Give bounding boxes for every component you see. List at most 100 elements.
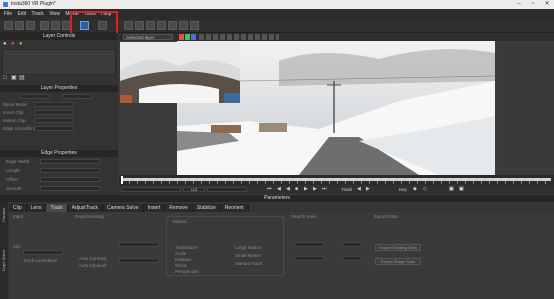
save-icon[interactable]	[26, 21, 35, 30]
perspective-option[interactable]: Perspective	[175, 269, 199, 274]
rotation-option[interactable]: Rotation	[175, 257, 192, 262]
edge-smoothing-field[interactable]	[34, 126, 74, 131]
delete-key-icon[interactable]: ◇	[423, 186, 427, 193]
play-back-icon[interactable]: ◀	[286, 186, 290, 193]
attach-tool-icon[interactable]	[146, 21, 155, 30]
large-motion-option[interactable]: Large Motion	[235, 245, 261, 250]
dope-sheet-side-tab[interactable]: Dope Sheet	[1, 250, 6, 271]
tab-adjusttrack[interactable]: AdjustTrack	[67, 204, 104, 212]
translation-option[interactable]: Translation	[175, 245, 197, 250]
lock-icon[interactable]: ●	[19, 41, 23, 48]
menu-track[interactable]: Track	[31, 9, 43, 19]
menu-file[interactable]: File	[4, 9, 12, 19]
first-frame-icon[interactable]: ⏮	[267, 186, 272, 193]
params-side-tab[interactable]: Params	[1, 208, 6, 222]
folder-icon[interactable]: ▣	[11, 75, 17, 82]
vertical-zoom-field[interactable]	[342, 256, 362, 261]
red-channel-icon[interactable]	[179, 34, 184, 40]
tab-remove[interactable]: Remove	[165, 204, 193, 212]
tab-camera-solve[interactable]: Camera Solve	[103, 204, 144, 212]
out-point-field[interactable]	[207, 187, 247, 192]
pointer-tool-icon[interactable]	[51, 21, 60, 30]
minimize-icon[interactable]: –	[512, 0, 526, 9]
open-icon[interactable]	[15, 21, 24, 30]
timeline-ticks	[121, 181, 551, 184]
menu-edit[interactable]: Edit	[17, 9, 26, 19]
track-tab-content: Input Preprocessing Clip Track Luminance…	[9, 212, 554, 299]
length-field[interactable]	[40, 168, 100, 173]
color-icon[interactable]: ●	[11, 41, 15, 48]
eye-icon[interactable]: ●	[3, 41, 7, 48]
transport-controls: 113 ⏮ ◀ ◀ ■ ▶ ▶ ⏭ Track ◀ ▶ Key ◆ ◇ ▣ ▣	[119, 185, 554, 194]
undo-icon[interactable]	[40, 21, 49, 30]
tab-clip[interactable]: Clip	[9, 204, 27, 212]
view-options[interactable]	[199, 34, 279, 40]
loop-icon[interactable]: ▣	[449, 186, 454, 193]
in-point-field[interactable]	[121, 187, 181, 192]
tab-stabilize[interactable]: Stabilize	[192, 204, 221, 212]
tab-lens[interactable]: Lens	[26, 204, 47, 212]
export-shape-data-button[interactable]: Export Shape Data	[375, 258, 421, 265]
shear-option[interactable]: Shear	[175, 263, 187, 268]
add-key-icon[interactable]: ◆	[413, 186, 417, 193]
frame-number: 113	[190, 187, 198, 192]
delete-layer-icon[interactable]: ▤	[19, 75, 25, 82]
motion-group-title: Motion	[173, 219, 187, 224]
last-frame-icon[interactable]: ⏭	[322, 186, 327, 193]
smoothing-field[interactable]	[119, 258, 159, 263]
track-forward-icon[interactable]: ▶	[366, 186, 370, 193]
track-luminance-checkbox[interactable]: Track Luminance	[23, 258, 57, 263]
maximize-icon[interactable]: ▫	[526, 0, 540, 9]
min-pixel-field[interactable]	[119, 242, 159, 247]
feather-field[interactable]	[62, 94, 92, 99]
manual-track-option[interactable]: Manual Track	[235, 261, 262, 266]
scale-option[interactable]: Scale	[175, 251, 186, 256]
horizontal-angle-field[interactable]	[342, 242, 362, 247]
menu-view[interactable]: View	[49, 9, 60, 19]
frame-field[interactable]: 113	[183, 187, 205, 192]
add-layer-icon[interactable]: □	[3, 75, 7, 82]
layer-select[interactable]: Selected layer	[123, 34, 173, 40]
auto-contrast-checkbox[interactable]: Auto Contrast	[79, 256, 107, 261]
new-icon[interactable]	[4, 21, 13, 30]
tab-reorient[interactable]: Reorient	[220, 204, 249, 212]
blue-channel-icon[interactable]	[191, 34, 196, 40]
snap-icon[interactable]: ▣	[459, 186, 464, 193]
tab-insert[interactable]: Insert	[143, 204, 166, 212]
motion-clip-select[interactable]	[34, 118, 74, 123]
viewer[interactable]	[119, 41, 497, 175]
playhead[interactable]	[121, 176, 123, 184]
close-icon[interactable]: ✕	[540, 0, 554, 9]
horizontal-field[interactable]	[294, 242, 324, 247]
invert-clip-label: Invert Clip	[3, 110, 24, 115]
offset-field[interactable]	[40, 177, 100, 182]
move-icon[interactable]	[179, 21, 188, 30]
join-tool-icon[interactable]	[135, 21, 144, 30]
clip-select[interactable]	[23, 250, 63, 255]
next-key-icon[interactable]: ▶	[313, 186, 317, 193]
stop-icon[interactable]: ■	[295, 186, 298, 193]
fullscreen-icon[interactable]	[190, 21, 199, 30]
crosshair-icon[interactable]	[168, 21, 177, 30]
green-channel-icon[interactable]	[185, 34, 190, 40]
layer-list[interactable]	[2, 49, 116, 75]
auto-channel-checkbox[interactable]: Auto Channel	[79, 263, 106, 268]
tab-track[interactable]: Track	[46, 204, 68, 212]
vertical-field[interactable]	[294, 256, 324, 261]
invert-clip-select[interactable]	[34, 110, 74, 115]
track-back-icon[interactable]: ◀	[357, 186, 361, 193]
opacity-field[interactable]	[20, 94, 50, 99]
blend-mode-select[interactable]	[34, 102, 74, 107]
window-title: Insta360 VR Plugin*	[11, 1, 56, 7]
track-tool-icon[interactable]	[124, 21, 133, 30]
export-tracking-data-button[interactable]: Export Tracking Data	[375, 244, 421, 251]
key-label: Key	[399, 187, 407, 192]
add-point-icon[interactable]	[157, 21, 166, 30]
play-icon[interactable]: ▶	[304, 186, 308, 193]
prev-key-icon[interactable]: ◀	[277, 186, 281, 193]
edge-width-field[interactable]	[40, 159, 100, 164]
timeline[interactable]	[119, 175, 554, 185]
small-motion-option[interactable]: Small Motion	[235, 253, 261, 258]
smooth-field[interactable]	[40, 186, 100, 191]
layer-toolbar: ● ● ●	[3, 41, 115, 48]
